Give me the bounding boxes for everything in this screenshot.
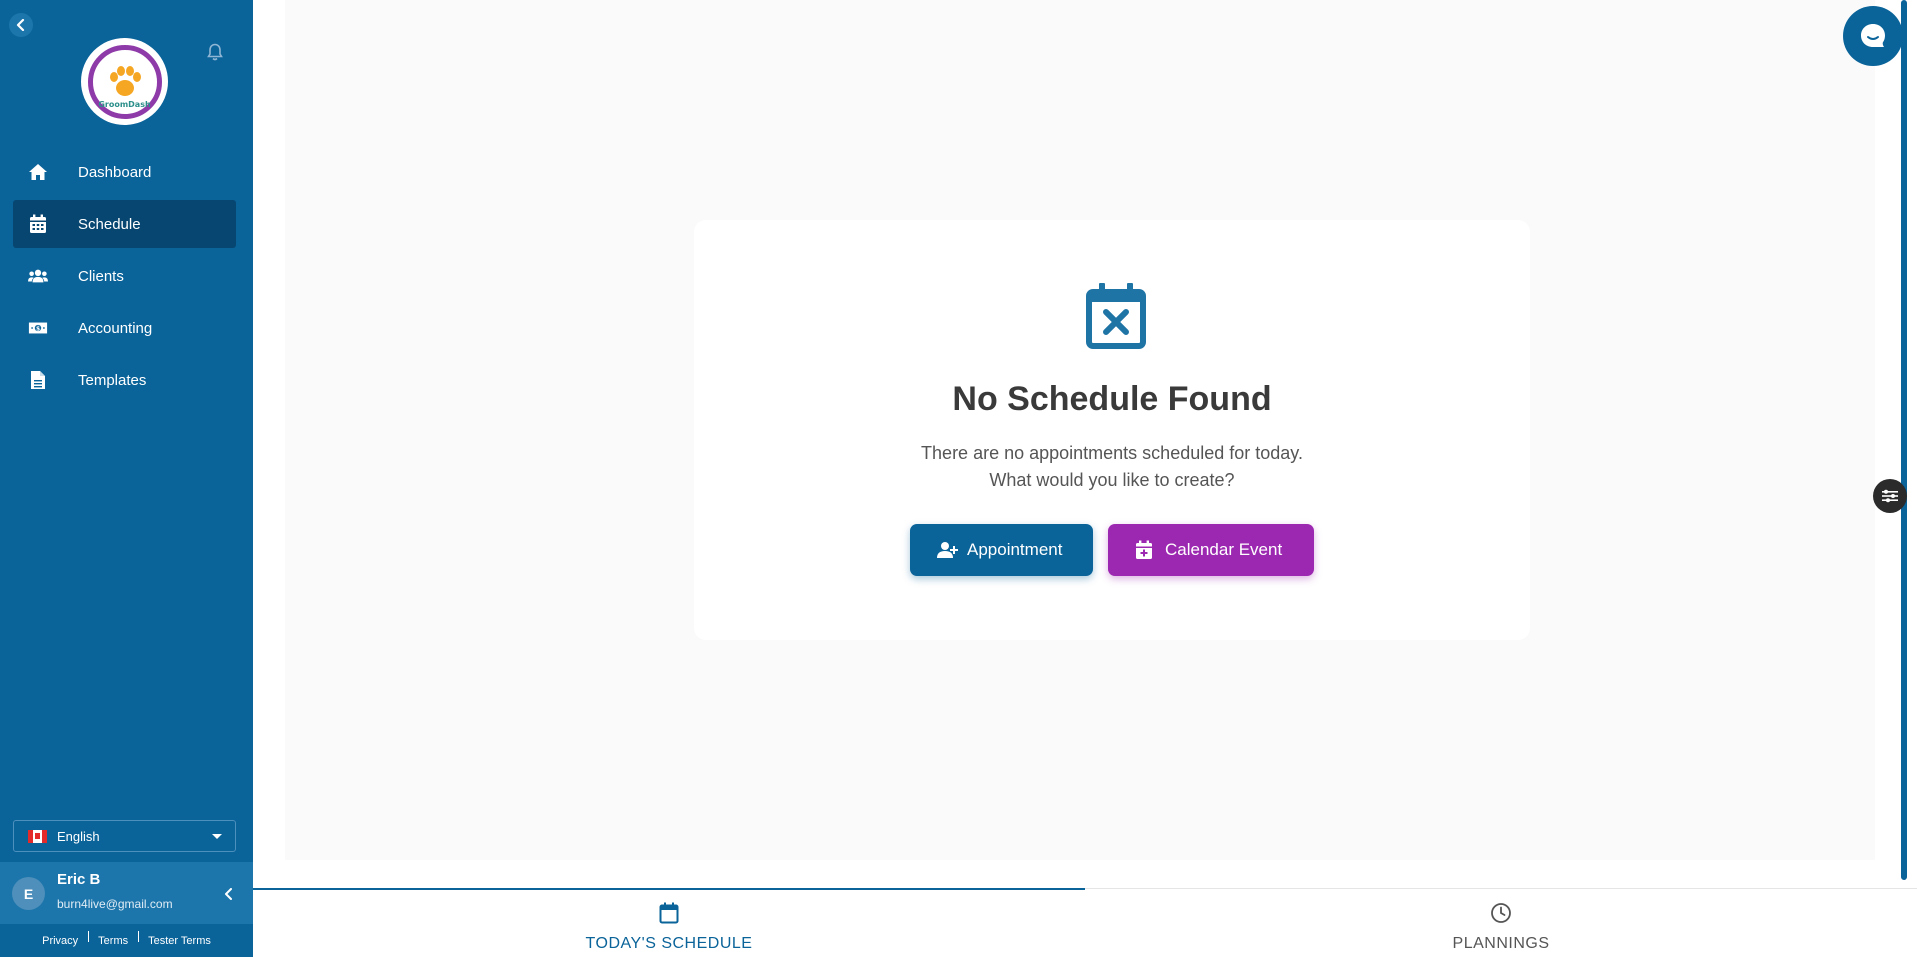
tab-label: TODAY'S SCHEDULE <box>585 935 753 952</box>
appointment-button-label: Appointment <box>967 540 1063 559</box>
privacy-link[interactable]: Privacy <box>32 935 88 947</box>
calendar-x-icon <box>1086 283 1146 354</box>
tab-todays-schedule[interactable]: TODAY'S SCHEDULE <box>253 888 1085 957</box>
settings-toggle-button[interactable] <box>1873 479 1907 513</box>
user-plus-icon <box>937 541 959 559</box>
sidebar-item-label: Templates <box>78 371 147 389</box>
caret-down-icon <box>212 834 222 839</box>
money-icon: $ <box>28 318 48 338</box>
chevron-left-icon[interactable] <box>224 887 233 905</box>
calendar-icon <box>659 902 679 929</box>
bell-icon <box>207 43 223 61</box>
scrollbar-thumb[interactable] <box>1901 0 1907 880</box>
clock-icon <box>1490 902 1512 929</box>
document-icon <box>28 370 48 390</box>
user-email: burn4live@gmail.com <box>57 897 173 911</box>
sidebar-item-templates[interactable]: Templates <box>13 356 236 404</box>
empty-state-line-2: What would you like to create? <box>989 470 1235 490</box>
collapse-sidebar-button[interactable] <box>9 13 33 37</box>
bottom-tab-bar: TODAY'S SCHEDULE PLANNINGS <box>253 888 1917 957</box>
svg-text:$: $ <box>36 326 40 332</box>
empty-state-message: There are no appointments scheduled for … <box>694 440 1530 494</box>
paw-icon <box>109 65 141 96</box>
avatar: E <box>12 877 45 910</box>
calendar-event-button-label: Calendar Event <box>1165 540 1283 559</box>
schedule-canvas: No Schedule Found There are no appointme… <box>285 0 1875 860</box>
legal-links: Privacy Terms Tester Terms <box>0 931 253 947</box>
sidebar-item-dashboard[interactable]: Dashboard <box>13 148 236 196</box>
tab-label: PLANNINGS <box>1452 935 1550 952</box>
add-appointment-button[interactable]: Appointment <box>910 524 1093 576</box>
add-calendar-event-button[interactable]: Calendar Event <box>1108 524 1314 576</box>
language-select[interactable]: English <box>13 820 236 852</box>
user-profile[interactable]: E Eric B burn4live@gmail.com <box>0 862 253 924</box>
sidebar-item-label: Accounting <box>78 319 153 337</box>
chat-button[interactable] <box>1843 6 1903 66</box>
sidebar: GroomDash Dashboard Schedule Clients $ A… <box>0 0 253 957</box>
sidebar-item-schedule[interactable]: Schedule <box>13 200 236 248</box>
user-name: Eric B <box>57 871 101 888</box>
canada-flag-icon <box>28 829 47 843</box>
users-icon <box>28 266 48 286</box>
calendar-plus-icon <box>1135 540 1157 560</box>
chevron-left-icon <box>16 19 25 31</box>
sidebar-item-accounting[interactable]: $ Accounting <box>13 304 236 352</box>
notifications-button[interactable] <box>207 43 223 66</box>
tab-plannings[interactable]: PLANNINGS <box>1085 889 1917 957</box>
home-icon <box>28 162 48 182</box>
sidebar-item-label: Dashboard <box>78 163 152 181</box>
sidebar-item-label: Schedule <box>78 215 141 233</box>
empty-state-card: No Schedule Found There are no appointme… <box>694 220 1530 640</box>
terms-link[interactable]: Terms <box>88 931 138 947</box>
sliders-icon <box>1882 489 1898 503</box>
language-label: English <box>57 828 100 844</box>
logo-text: GroomDash <box>98 99 151 109</box>
groomdash-logo: GroomDash <box>81 38 168 125</box>
tester-terms-link[interactable]: Tester Terms <box>138 931 221 947</box>
sidebar-nav: Dashboard Schedule Clients $ Accounting … <box>13 148 236 408</box>
calendar-icon <box>28 214 48 234</box>
main-content: No Schedule Found There are no appointme… <box>253 0 1917 957</box>
chat-icon <box>1861 24 1885 47</box>
empty-state-line-1: There are no appointments scheduled for … <box>921 443 1303 463</box>
sidebar-item-label: Clients <box>78 267 124 285</box>
empty-state-title: No Schedule Found <box>952 380 1272 418</box>
sidebar-item-clients[interactable]: Clients <box>13 252 236 300</box>
